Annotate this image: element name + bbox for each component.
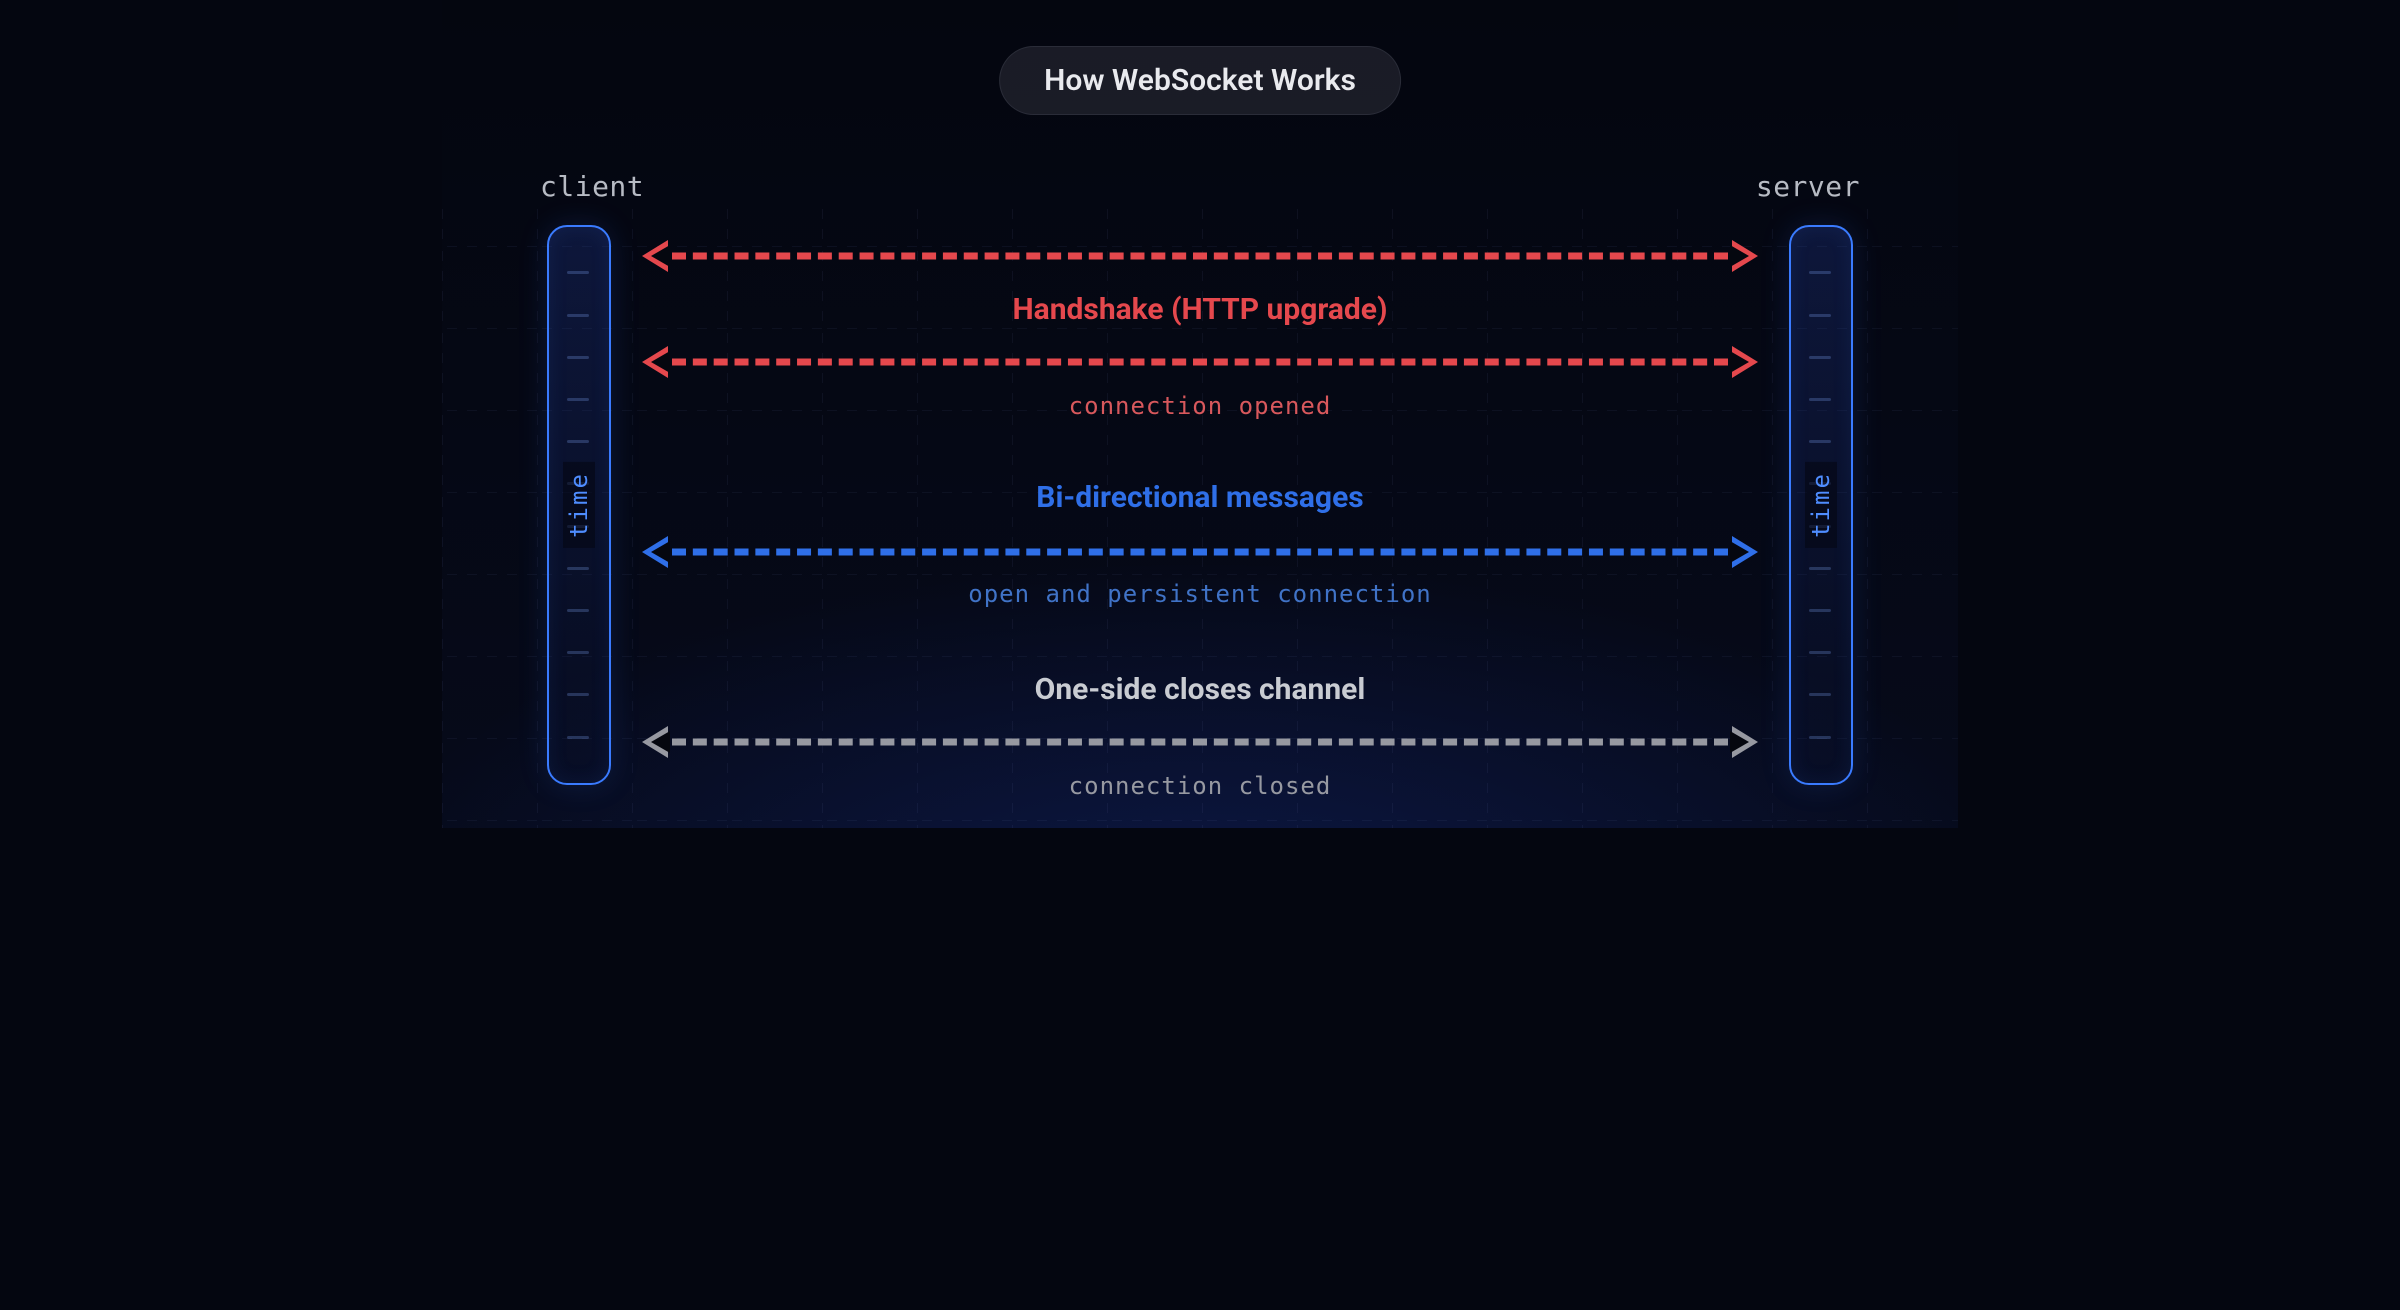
server-timebar: time [1789, 225, 1853, 785]
arrow-right-icon [1732, 346, 1758, 378]
arrow-right-icon [1732, 536, 1758, 568]
handshake-title: Handshake (HTTP upgrade) [642, 292, 1758, 327]
arrow-left-icon [642, 240, 668, 272]
close-arrow [642, 718, 1758, 766]
arrow-right-icon [1732, 726, 1758, 758]
handshake-sub: connection opened [642, 392, 1758, 420]
client-timebar: time [547, 225, 611, 785]
websocket-diagram: How WebSocket Works client server time t… [442, 0, 1958, 828]
handshake-arrow-2 [642, 338, 1758, 386]
arrow-left-icon [642, 346, 668, 378]
bidir-sub: open and persistent connection [642, 580, 1758, 608]
server-timebar-label: time [1805, 462, 1837, 548]
bidir-arrow [642, 528, 1758, 576]
arrow-right-icon [1732, 240, 1758, 272]
arrow-left-icon [642, 726, 668, 758]
close-title: One-side closes channel [642, 672, 1758, 707]
handshake-arrow-1 [642, 232, 1758, 280]
server-label: server [1756, 170, 1860, 203]
diagram-title: How WebSocket Works [999, 46, 1401, 115]
bidir-title: Bi-directional messages [642, 480, 1758, 515]
arrow-left-icon [642, 536, 668, 568]
client-timebar-label: time [563, 462, 595, 548]
client-label: client [540, 170, 644, 203]
close-sub: connection closed [642, 772, 1758, 800]
